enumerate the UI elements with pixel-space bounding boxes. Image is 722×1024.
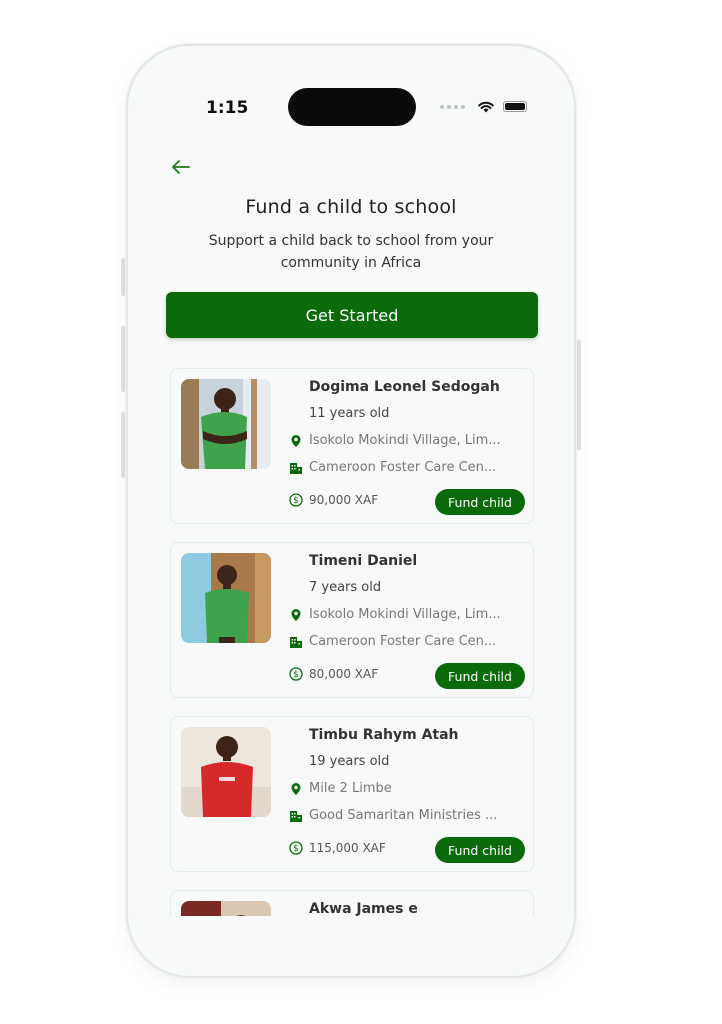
battery-icon — [503, 101, 527, 112]
svg-text:$: $ — [293, 670, 298, 680]
dynamic-island — [288, 88, 416, 126]
svg-text:$: $ — [293, 496, 298, 506]
get-started-button[interactable]: Get Started — [166, 292, 538, 338]
volume-down-button — [121, 412, 125, 478]
child-name: Akwa James e — [309, 901, 418, 916]
fund-child-button[interactable]: Fund child — [435, 663, 525, 689]
child-photo — [181, 901, 271, 916]
child-amount: 115,000 XAF — [309, 841, 386, 855]
location-pin-icon — [289, 434, 303, 448]
child-amount: 90,000 XAF — [309, 493, 379, 507]
child-age: 11 years old — [309, 406, 390, 421]
location-row: Mile 2 Limbe — [289, 781, 392, 796]
fund-child-button[interactable]: Fund child — [435, 489, 525, 515]
volume-up-button — [121, 326, 125, 392]
arrow-left-icon — [172, 160, 190, 174]
child-name: Timbu Rahym Atah — [309, 727, 459, 743]
child-photo — [181, 553, 271, 643]
status-time: 1:15 — [206, 98, 249, 118]
location-row: Isokolo Mokindi Village, Lim... — [289, 607, 501, 622]
building-icon — [289, 461, 303, 475]
page-title: Fund a child to school — [245, 196, 457, 218]
dollar-circle-icon: $ — [289, 667, 303, 681]
child-name: Dogima Leonel Sedogah — [309, 379, 500, 395]
svg-text:$: $ — [293, 844, 298, 854]
child-organization: Cameroon Foster Care Cen... — [309, 634, 497, 649]
child-organization: Cameroon Foster Care Cen... — [309, 460, 497, 475]
power-button — [577, 340, 581, 450]
organization-row: Cameroon Foster Care Cen... — [289, 634, 496, 649]
child-card[interactable]: Dogima Leonel Sedogah 11 years old Isoko… — [170, 368, 534, 524]
child-amount: 80,000 XAF — [309, 667, 379, 681]
dollar-circle-icon: $ — [289, 493, 303, 507]
child-location: Mile 2 Limbe — [309, 781, 392, 796]
child-location: Isokolo Mokindi Village, Lim... — [309, 433, 501, 448]
child-name: Timeni Daniel — [309, 553, 418, 569]
status-icons — [440, 100, 527, 113]
amount-row: $ 115,000 XAF — [289, 841, 386, 855]
wifi-icon — [478, 101, 494, 113]
building-icon — [289, 635, 303, 649]
location-pin-icon — [289, 782, 303, 796]
child-age: 7 years old — [309, 580, 382, 595]
child-location: Isokolo Mokindi Village, Lim... — [309, 607, 501, 622]
organization-row: Good Samaritan Ministries ... — [289, 808, 497, 823]
amount-row: $ 90,000 XAF — [289, 493, 378, 507]
child-photo — [181, 727, 271, 817]
child-photo — [181, 379, 271, 469]
child-card[interactable]: Timbu Rahym Atah 19 years old Mile 2 Lim… — [170, 716, 534, 872]
back-button[interactable] — [168, 154, 194, 180]
location-row: Isokolo Mokindi Village, Lim... — [289, 433, 501, 448]
location-pin-icon — [289, 608, 303, 622]
child-card[interactable]: Timeni Daniel 7 years old Isokolo Mokind… — [170, 542, 534, 698]
phone-frame: 1:15 Fund a child to school Support a ch… — [126, 44, 576, 978]
app-screen: 1:15 Fund a child to school Support a ch… — [128, 46, 574, 976]
amount-row: $ 80,000 XAF — [289, 667, 378, 681]
page-subtitle: Support a child back to school from your… — [208, 233, 494, 271]
building-icon — [289, 809, 303, 823]
signal-icon — [440, 104, 465, 109]
silent-switch — [121, 258, 125, 296]
fund-child-button[interactable]: Fund child — [435, 837, 525, 863]
child-age: 19 years old — [309, 754, 390, 769]
child-card[interactable]: Akwa James e — [170, 890, 534, 916]
dollar-circle-icon: $ — [289, 841, 303, 855]
organization-row: Cameroon Foster Care Cen... — [289, 460, 496, 475]
child-organization: Good Samaritan Ministries ... — [309, 808, 498, 823]
children-list[interactable]: Dogima Leonel Sedogah 11 years old Isoko… — [170, 368, 536, 916]
